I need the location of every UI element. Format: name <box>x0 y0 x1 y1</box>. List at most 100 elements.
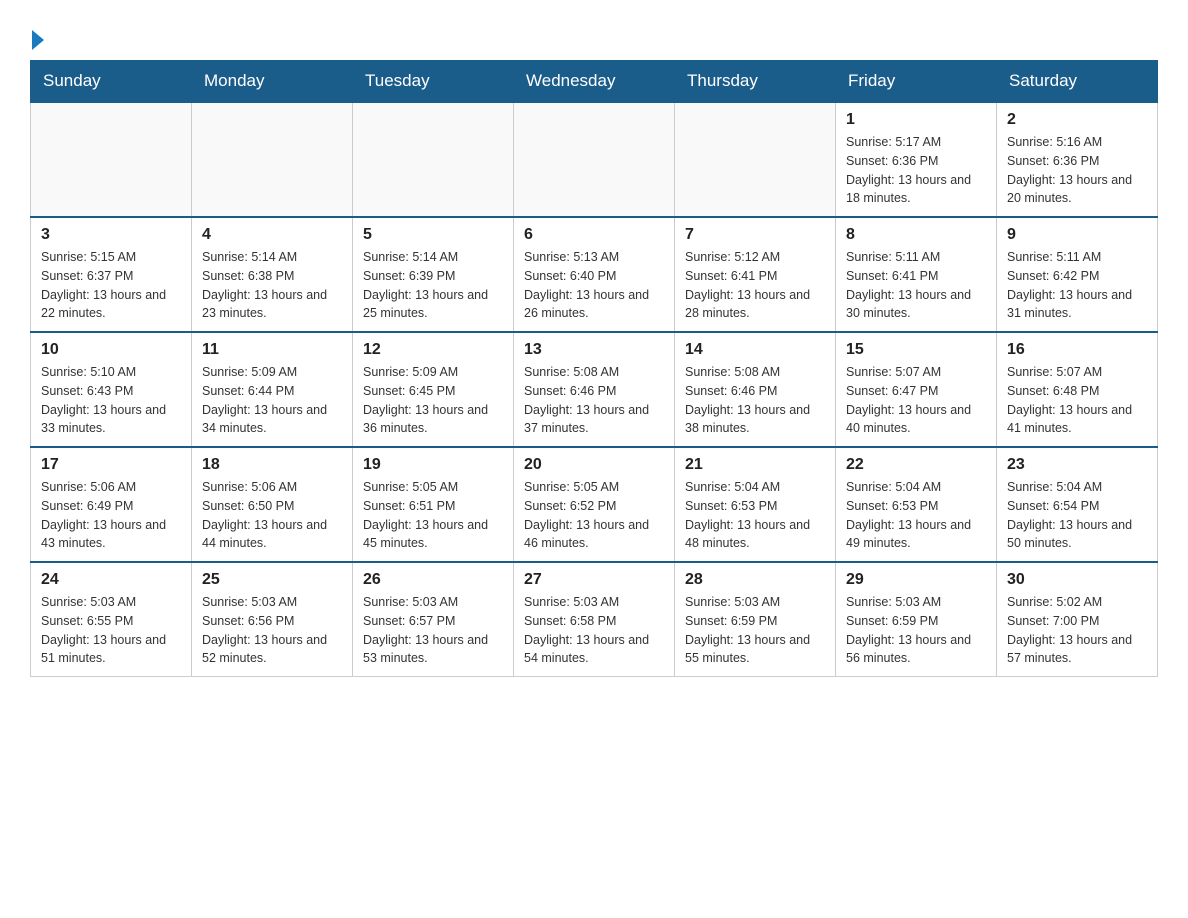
calendar-cell: 23 Sunrise: 5:04 AMSunset: 6:54 PMDayligh… <box>997 447 1158 562</box>
calendar-cell: 28 Sunrise: 5:03 AMSunset: 6:59 PMDayligh… <box>675 562 836 677</box>
calendar-cell <box>514 102 675 217</box>
day-info: Sunrise: 5:03 AMSunset: 6:57 PMDaylight:… <box>363 593 503 668</box>
logo <box>30 20 44 50</box>
calendar-week-row: 10Sunrise: 5:10 AMSunset: 6:43 PMDayligh… <box>31 332 1158 447</box>
day-info: Sunrise: 5:04 AMSunset: 6:53 PMDaylight:… <box>685 478 825 553</box>
day-info: Sunrise: 5:09 AMSunset: 6:45 PMDaylight:… <box>363 363 503 438</box>
calendar-cell: 12 Sunrise: 5:09 AMSunset: 6:45 PMDayligh… <box>353 332 514 447</box>
day-info: Sunrise: 5:11 AMSunset: 6:41 PMDaylight:… <box>846 248 986 323</box>
calendar-week-row: 3 Sunrise: 5:15 AMSunset: 6:37 PMDaylight… <box>31 217 1158 332</box>
weekday-header-saturday: Saturday <box>997 61 1158 103</box>
calendar-cell: 11 Sunrise: 5:09 AMSunset: 6:44 PMDayligh… <box>192 332 353 447</box>
day-number: 12 <box>363 341 503 359</box>
calendar-cell: 13 Sunrise: 5:08 AMSunset: 6:46 PMDayligh… <box>514 332 675 447</box>
weekday-header-row: SundayMondayTuesdayWednesdayThursdayFrid… <box>31 61 1158 103</box>
day-info: Sunrise: 5:14 AMSunset: 6:38 PMDaylight:… <box>202 248 342 323</box>
day-info: Sunrise: 5:08 AMSunset: 6:46 PMDaylight:… <box>685 363 825 438</box>
day-number: 13 <box>524 341 664 359</box>
day-info: Sunrise: 5:12 AMSunset: 6:41 PMDaylight:… <box>685 248 825 323</box>
day-info: Sunrise: 5:06 AMSunset: 6:50 PMDaylight:… <box>202 478 342 553</box>
day-number: 5 <box>363 226 503 244</box>
logo-arrow-icon <box>32 30 44 50</box>
day-info: Sunrise: 5:10 AMSunset: 6:43 PMDaylight:… <box>41 363 181 438</box>
calendar-cell <box>31 102 192 217</box>
day-number: 27 <box>524 571 664 589</box>
day-number: 2 <box>1007 111 1147 129</box>
day-number: 24 <box>41 571 181 589</box>
calendar-cell: 5 Sunrise: 5:14 AMSunset: 6:39 PMDaylight… <box>353 217 514 332</box>
day-number: 7 <box>685 226 825 244</box>
day-number: 1 <box>846 111 986 129</box>
day-info: Sunrise: 5:07 AMSunset: 6:47 PMDaylight:… <box>846 363 986 438</box>
calendar-table: SundayMondayTuesdayWednesdayThursdayFrid… <box>30 60 1158 677</box>
day-number: 15 <box>846 341 986 359</box>
day-number: 17 <box>41 456 181 474</box>
calendar-cell: 15 Sunrise: 5:07 AMSunset: 6:47 PMDayligh… <box>836 332 997 447</box>
day-info: Sunrise: 5:03 AMSunset: 6:59 PMDaylight:… <box>685 593 825 668</box>
day-number: 21 <box>685 456 825 474</box>
calendar-week-row: 24 Sunrise: 5:03 AMSunset: 6:55 PMDayligh… <box>31 562 1158 677</box>
day-info: Sunrise: 5:06 AMSunset: 6:49 PMDaylight:… <box>41 478 181 553</box>
calendar-cell <box>353 102 514 217</box>
calendar-cell: 10Sunrise: 5:10 AMSunset: 6:43 PMDayligh… <box>31 332 192 447</box>
day-info: Sunrise: 5:03 AMSunset: 6:56 PMDaylight:… <box>202 593 342 668</box>
day-info: Sunrise: 5:03 AMSunset: 6:55 PMDaylight:… <box>41 593 181 668</box>
day-info: Sunrise: 5:13 AMSunset: 6:40 PMDaylight:… <box>524 248 664 323</box>
day-number: 26 <box>363 571 503 589</box>
calendar-cell: 16 Sunrise: 5:07 AMSunset: 6:48 PMDayligh… <box>997 332 1158 447</box>
day-number: 4 <box>202 226 342 244</box>
calendar-cell: 27 Sunrise: 5:03 AMSunset: 6:58 PMDayligh… <box>514 562 675 677</box>
day-number: 28 <box>685 571 825 589</box>
day-number: 6 <box>524 226 664 244</box>
calendar-cell: 22 Sunrise: 5:04 AMSunset: 6:53 PMDayligh… <box>836 447 997 562</box>
day-info: Sunrise: 5:05 AMSunset: 6:52 PMDaylight:… <box>524 478 664 553</box>
calendar-cell: 26 Sunrise: 5:03 AMSunset: 6:57 PMDayligh… <box>353 562 514 677</box>
day-info: Sunrise: 5:04 AMSunset: 6:54 PMDaylight:… <box>1007 478 1147 553</box>
calendar-cell: 7 Sunrise: 5:12 AMSunset: 6:41 PMDaylight… <box>675 217 836 332</box>
calendar-cell: 20 Sunrise: 5:05 AMSunset: 6:52 PMDayligh… <box>514 447 675 562</box>
calendar-cell: 18 Sunrise: 5:06 AMSunset: 6:50 PMDayligh… <box>192 447 353 562</box>
calendar-cell: 17 Sunrise: 5:06 AMSunset: 6:49 PMDayligh… <box>31 447 192 562</box>
calendar-week-row: 17 Sunrise: 5:06 AMSunset: 6:49 PMDayligh… <box>31 447 1158 562</box>
day-info: Sunrise: 5:17 AMSunset: 6:36 PMDaylight:… <box>846 133 986 208</box>
calendar-cell <box>192 102 353 217</box>
day-number: 20 <box>524 456 664 474</box>
day-info: Sunrise: 5:16 AMSunset: 6:36 PMDaylight:… <box>1007 133 1147 208</box>
weekday-header-friday: Friday <box>836 61 997 103</box>
day-number: 9 <box>1007 226 1147 244</box>
day-info: Sunrise: 5:07 AMSunset: 6:48 PMDaylight:… <box>1007 363 1147 438</box>
day-info: Sunrise: 5:02 AMSunset: 7:00 PMDaylight:… <box>1007 593 1147 668</box>
day-number: 8 <box>846 226 986 244</box>
calendar-cell: 25Sunrise: 5:03 AMSunset: 6:56 PMDayligh… <box>192 562 353 677</box>
day-number: 14 <box>685 341 825 359</box>
day-info: Sunrise: 5:05 AMSunset: 6:51 PMDaylight:… <box>363 478 503 553</box>
day-info: Sunrise: 5:14 AMSunset: 6:39 PMDaylight:… <box>363 248 503 323</box>
day-number: 19 <box>363 456 503 474</box>
day-info: Sunrise: 5:03 AMSunset: 6:58 PMDaylight:… <box>524 593 664 668</box>
calendar-cell: 24 Sunrise: 5:03 AMSunset: 6:55 PMDayligh… <box>31 562 192 677</box>
day-info: Sunrise: 5:04 AMSunset: 6:53 PMDaylight:… <box>846 478 986 553</box>
weekday-header-sunday: Sunday <box>31 61 192 103</box>
calendar-cell: 14 Sunrise: 5:08 AMSunset: 6:46 PMDayligh… <box>675 332 836 447</box>
weekday-header-thursday: Thursday <box>675 61 836 103</box>
calendar-week-row: 1 Sunrise: 5:17 AMSunset: 6:36 PMDaylight… <box>31 102 1158 217</box>
calendar-cell: 21 Sunrise: 5:04 AMSunset: 6:53 PMDayligh… <box>675 447 836 562</box>
day-info: Sunrise: 5:09 AMSunset: 6:44 PMDaylight:… <box>202 363 342 438</box>
day-number: 18 <box>202 456 342 474</box>
calendar-cell <box>675 102 836 217</box>
day-info: Sunrise: 5:15 AMSunset: 6:37 PMDaylight:… <box>41 248 181 323</box>
header <box>30 20 1158 50</box>
day-number: 3 <box>41 226 181 244</box>
day-number: 23 <box>1007 456 1147 474</box>
day-number: 30 <box>1007 571 1147 589</box>
day-number: 16 <box>1007 341 1147 359</box>
calendar-cell: 8 Sunrise: 5:11 AMSunset: 6:41 PMDaylight… <box>836 217 997 332</box>
calendar-cell: 2 Sunrise: 5:16 AMSunset: 6:36 PMDaylight… <box>997 102 1158 217</box>
calendar-cell: 3 Sunrise: 5:15 AMSunset: 6:37 PMDaylight… <box>31 217 192 332</box>
day-number: 11 <box>202 341 342 359</box>
weekday-header-monday: Monday <box>192 61 353 103</box>
calendar-cell: 29Sunrise: 5:03 AMSunset: 6:59 PMDayligh… <box>836 562 997 677</box>
day-number: 22 <box>846 456 986 474</box>
weekday-header-tuesday: Tuesday <box>353 61 514 103</box>
day-info: Sunrise: 5:08 AMSunset: 6:46 PMDaylight:… <box>524 363 664 438</box>
